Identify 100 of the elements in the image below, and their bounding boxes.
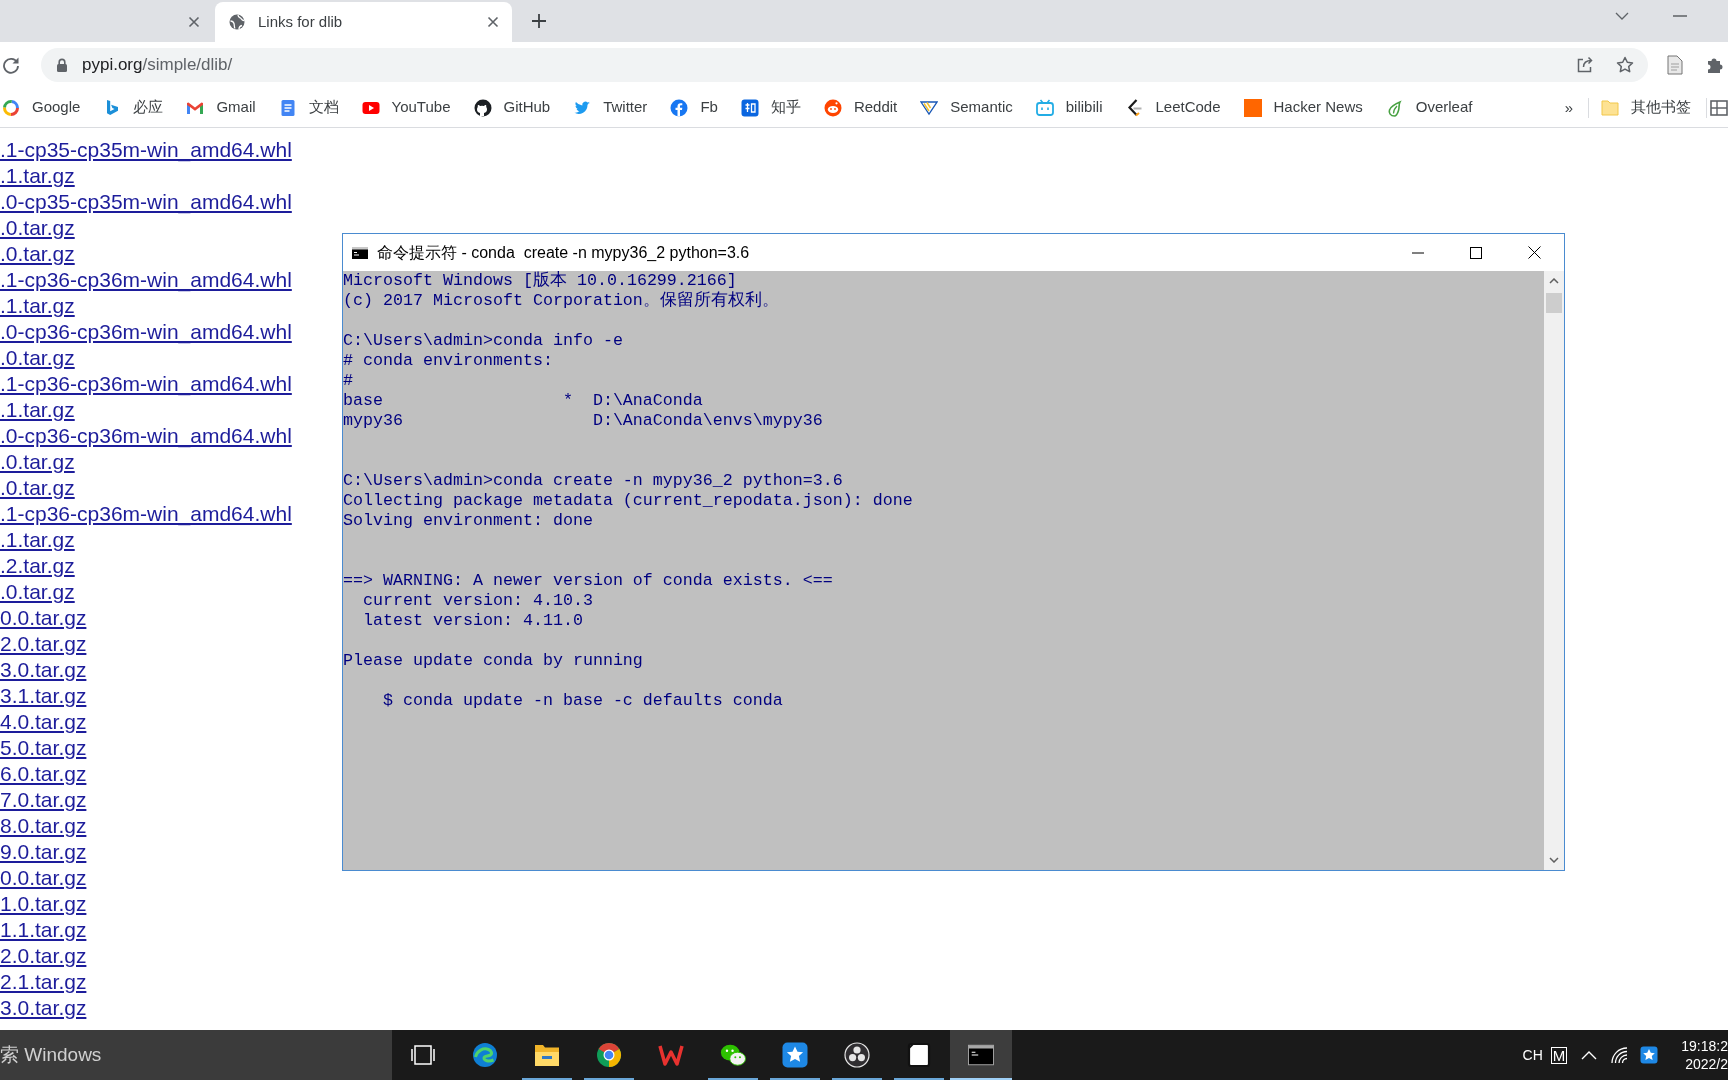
file-link[interactable]: 1.0.tar.gz — [0, 891, 87, 917]
bookmark-link[interactable]: GitHub — [471, 92, 553, 123]
cat-icon — [473, 98, 492, 117]
file-link[interactable]: 3.1.tar.gz — [0, 683, 87, 709]
taskbar-button[interactable] — [950, 1030, 1012, 1080]
file-link[interactable]: .0-cp35-cp35m-win_amd64.whl — [0, 189, 292, 215]
minimize-icon — [1412, 251, 1424, 254]
ring-icon — [2, 98, 20, 117]
address-field[interactable]: pypi.org/simple/dlib/ — [41, 48, 1648, 82]
bookmark-link[interactable]: Semantic — [918, 92, 1015, 123]
clock-time[interactable]: 19:18:2 — [1681, 1037, 1728, 1055]
bookmark-link[interactable]: Hacker News — [1241, 92, 1365, 123]
wifi-icon[interactable] — [1610, 1046, 1629, 1064]
file-link[interactable]: .1-cp36-cp36m-win_amd64.whl — [0, 371, 292, 397]
swirl-icon — [472, 1042, 498, 1068]
file-link[interactable]: 0.0.tar.gz — [0, 865, 87, 891]
bookmark-link[interactable]: Twitter — [571, 92, 650, 123]
tile-icon — [740, 98, 759, 117]
file-link[interactable]: 3.0.tar.gz — [0, 657, 87, 683]
file-link[interactable]: 1.1.tar.gz — [0, 917, 87, 943]
bookmark-folder[interactable]: 其他书签 — [1601, 92, 1691, 123]
console-text: Microsoft Windows [版本 10.0.16299.2166] (c) 2017 Microsoft Corporation。保留所有权利。 C:\Users\admin>conda info -e # conda environments: # base * D:\AnaConda mypy36 D:\AnaConda\envs\mypy36 C:\Users\admin>conda create -n mypy36_2 python=3.6 Collecting package metadata (current_repodata.json): done Solving environment: done ==> WARNING: A newer version of conda exists. <== current version: 4.10.3 latest version: 4.11.0 Please update conda by running $ conda update -n base -c defaults conda — [343, 271, 913, 711]
file-link[interactable]: .0.tar.gz — [0, 241, 75, 267]
file-link[interactable]: .0.tar.gz — [0, 215, 75, 241]
close-icon[interactable] — [188, 16, 200, 28]
file-link[interactable]: 2.1.tar.gz — [0, 969, 87, 995]
bookmark-link[interactable]: Google — [0, 92, 83, 123]
disc-icon — [844, 1042, 870, 1068]
bookmark-link[interactable]: Overleaf — [1383, 92, 1475, 123]
plus-icon[interactable] — [531, 13, 547, 29]
bracket-icon — [1125, 98, 1144, 117]
close-icon[interactable] — [487, 16, 499, 28]
file-link[interactable]: .0-cp36-cp36m-win_amd64.whl — [0, 319, 292, 345]
file-link[interactable]: 9.0.tar.gz — [0, 839, 87, 865]
window-title: 命令提示符 - conda create -n mypy36_2 python=3.6 — [377, 242, 750, 263]
file-link[interactable]: 3.0.tar.gz — [0, 995, 87, 1021]
maximize-icon — [1470, 246, 1482, 259]
file-link[interactable]: .2.tar.gz — [0, 553, 75, 579]
file-link[interactable]: 2.0.tar.gz — [0, 943, 87, 969]
square-icon — [1243, 98, 1262, 117]
search-field[interactable]: 索 Windows — [0, 1030, 392, 1080]
file-link[interactable]: 7.0.tar.gz — [0, 787, 87, 813]
bookmark-link[interactable]: 必应 — [101, 92, 166, 123]
reload-icon[interactable] — [2, 56, 20, 74]
document-icon — [278, 98, 297, 117]
circle-icon — [670, 98, 689, 117]
puzzle-icon[interactable] — [1706, 56, 1724, 74]
star-icon[interactable] — [1616, 56, 1634, 74]
chevron-up-icon[interactable] — [1581, 1050, 1598, 1060]
triangle-icon — [920, 98, 939, 117]
folder-icon — [1601, 99, 1619, 116]
orb-icon — [596, 1042, 622, 1068]
terminal-icon — [352, 246, 368, 259]
bookmark-link[interactable]: Gmail — [184, 92, 258, 123]
language-indicator[interactable]: CH — [1522, 1044, 1543, 1066]
file-link[interactable]: .0-cp36-cp36m-win_amd64.whl — [0, 423, 292, 449]
file-link[interactable]: 2.0.tar.gz — [0, 631, 87, 657]
bookmark-link[interactable]: Reddit — [821, 92, 900, 123]
more-bookmarks-button[interactable]: » — [1563, 100, 1574, 115]
file-link[interactable]: .0.tar.gz — [0, 475, 75, 501]
grid-icon[interactable] — [1710, 99, 1728, 116]
file-link[interactable]: .0.tar.gz — [0, 345, 75, 371]
task-view-icon[interactable] — [411, 1045, 435, 1065]
face-icon — [823, 98, 842, 117]
bookmark-link[interactable]: Fb — [668, 92, 720, 123]
bookmark-link[interactable]: bilibili — [1033, 92, 1105, 123]
file-link[interactable]: 5.0.tar.gz — [0, 735, 87, 761]
clock-date[interactable]: 2022/2 — [1685, 1055, 1728, 1073]
file-link[interactable]: .0.tar.gz — [0, 449, 75, 475]
chat-bubbles-icon — [720, 1042, 746, 1068]
lock-icon — [56, 58, 68, 72]
file-link[interactable]: .1-cp36-cp36m-win_amd64.whl — [0, 501, 292, 527]
file-link[interactable]: 8.0.tar.gz — [0, 813, 87, 839]
scrollbar[interactable] — [1544, 271, 1564, 870]
folder-icon — [534, 1042, 560, 1068]
document-icon[interactable] — [1667, 55, 1683, 75]
bookmark-link[interactable]: LeetCode — [1123, 92, 1223, 123]
file-link[interactable]: .0.tar.gz — [0, 579, 75, 605]
caret-down-icon[interactable] — [1549, 857, 1559, 863]
file-link[interactable]: 4.0.tar.gz — [0, 709, 87, 735]
share-icon[interactable] — [1576, 56, 1594, 74]
bookmark-link[interactable]: 知乎 — [738, 92, 803, 123]
file-link[interactable]: .1.tar.gz — [0, 163, 75, 189]
file-link[interactable]: 0.0.tar.gz — [0, 605, 87, 631]
file-link[interactable]: .1.tar.gz — [0, 397, 75, 423]
input-method-indicator[interactable]: M — [1550, 1046, 1568, 1064]
tv-icon — [1035, 98, 1054, 117]
bookmark-link[interactable]: 文档 — [276, 92, 341, 123]
file-link[interactable]: 6.0.tar.gz — [0, 761, 87, 787]
file-link[interactable]: .1.tar.gz — [0, 527, 75, 553]
terminal-icon — [968, 1042, 994, 1068]
box-icon — [906, 1042, 932, 1068]
bookmark-link[interactable]: YouTube — [359, 92, 453, 123]
file-link[interactable]: .1-cp35-cp35m-win_amd64.whl — [0, 137, 292, 163]
file-link[interactable]: .1-cp36-cp36m-win_amd64.whl — [0, 267, 292, 293]
caret-up-icon[interactable] — [1549, 278, 1559, 284]
browser-tab[interactable]: Links for dlib — [215, 2, 512, 42]
file-link[interactable]: .1.tar.gz — [0, 293, 75, 319]
scroll-thumb[interactable] — [1546, 293, 1562, 313]
chevron-down-icon[interactable] — [1615, 12, 1629, 20]
